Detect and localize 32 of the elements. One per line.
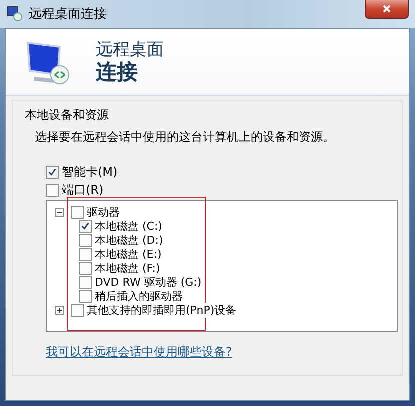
- checkbox[interactable]: [71, 206, 84, 218]
- description-text: 选择要在远程会话中使用的这台计算机上的设备和资源。: [35, 129, 335, 146]
- checkbox[interactable]: [71, 304, 84, 316]
- expand-icon[interactable]: [55, 306, 64, 314]
- tree-item[interactable]: 稍后插入的驱动器: [95, 288, 183, 304]
- checkbox[interactable]: [79, 290, 92, 302]
- header-subtitle: 远程桌面: [96, 40, 164, 60]
- close-button[interactable]: [365, 0, 409, 19]
- collapse-icon[interactable]: [55, 208, 64, 216]
- checkbox[interactable]: [79, 262, 92, 274]
- monitor-icon: [7, 6, 23, 22]
- checkbox[interactable]: [46, 166, 59, 178]
- device-tree[interactable]: 驱动器 本地磁盘 (C:) 本地磁盘 (D:) 本地磁盘 (E:) 本地磁盘 (F:) DVD RW 驱动器 (G:) 稍后插入的驱动器 其他支持的即插即用(PnP)设备: [46, 200, 398, 332]
- checkbox[interactable]: [79, 248, 92, 260]
- checkbox-label: 端口(R): [62, 182, 104, 198]
- tree-item[interactable]: 本地磁盘 (F:): [95, 260, 160, 276]
- checkbox[interactable]: [79, 220, 92, 232]
- header-title: 连接: [96, 60, 139, 84]
- tree-item[interactable]: DVD RW 驱动器 (G:): [95, 274, 202, 290]
- tree-item[interactable]: 驱动器: [87, 204, 120, 220]
- checkbox[interactable]: [79, 234, 92, 246]
- window-title: 远程桌面连接: [29, 6, 107, 23]
- tree-item[interactable]: 本地磁盘 (D:): [95, 232, 164, 248]
- checkbox[interactable]: [46, 184, 59, 196]
- checkbox[interactable]: [79, 276, 92, 288]
- checkbox-label: 智能卡(M): [62, 164, 118, 180]
- close-icon: [382, 4, 392, 14]
- tree-item[interactable]: 其他支持的即插即用(PnP)设备: [87, 302, 237, 318]
- group-title: 本地设备和资源: [25, 107, 109, 124]
- help-link[interactable]: 我可以在远程会话中使用哪些设备?: [46, 344, 232, 361]
- tree-item[interactable]: 本地磁盘 (C:): [95, 218, 162, 234]
- tree-item[interactable]: 本地磁盘 (E:): [95, 246, 162, 262]
